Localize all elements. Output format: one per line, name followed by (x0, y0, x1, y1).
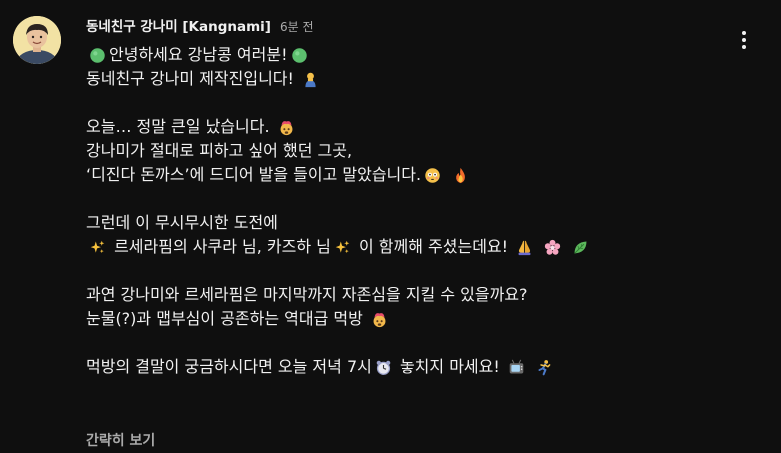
comment-text-segment: 르세라핌의 사쿠라 님, 카즈하 님 (109, 237, 331, 256)
comment-line: 안녕하세요 강남콩 여러분! (86, 43, 726, 67)
sparkles-icon (89, 239, 106, 256)
comment-text-segment: 안녕하세요 강남콩 여러분! (109, 45, 288, 64)
comment-text-segment: 과연 강나미와 르세라핌은 마지막까지 자존심을 지킬 수 있을까요? (86, 285, 528, 304)
comment-text-segment (536, 235, 541, 259)
fire-icon (452, 167, 469, 184)
comment-text-segment (444, 163, 449, 187)
comment-text-segment: 눈물(?)과 맵부심이 공존하는 역대급 먹방 (86, 309, 368, 328)
more-vertical-icon (742, 31, 746, 35)
comment-text-segment: 그런데 이 무시무시한 도전에 (86, 213, 278, 232)
alarm-clock-icon (375, 359, 392, 376)
comment-text-segment: 먹방의 결말이 궁금하시다면 오늘 저녁 7시 (86, 357, 372, 376)
green-circle-icon (291, 47, 308, 64)
more-actions-button[interactable] (730, 26, 758, 54)
comment-text-segment (564, 235, 569, 259)
comment-header: 동네친구 강나미 [Kangnami] 6분 전 (86, 15, 313, 35)
comment-line: 먹방의 결말이 궁금하시다면 오늘 저녁 7시 놓치지 마세요! (86, 355, 726, 379)
comment-line: ‘디진다 돈까스’에 드디어 발을 들이고 말았습니다. (86, 163, 726, 187)
running-person-icon (536, 359, 553, 376)
comment-text-segment: ‘디진다 돈까스’에 드디어 발을 들이고 말았습니다. (86, 165, 422, 184)
channel-name[interactable]: 동네친구 강나미 [Kangnami] (86, 15, 271, 35)
person-bowing-icon (302, 71, 319, 88)
cherry-blossom-icon (544, 239, 561, 256)
comment-line: 르세라핌의 사쿠라 님, 카즈하 님 이 함께해 주셨는데요! (86, 235, 726, 259)
comment-text-segment: 오늘… 정말 큰일 났습니다. (86, 117, 275, 136)
comment-text-segment: 이 함께해 주셨는데요! (353, 237, 514, 256)
show-less-button[interactable]: 간략히 보기 (86, 430, 155, 450)
sparkles-icon (334, 239, 351, 256)
comment-line: 오늘… 정말 큰일 났습니다. (86, 115, 726, 139)
more-vertical-icon-dot (742, 45, 746, 49)
more-vertical-icon-dot (742, 38, 746, 42)
comment-text-segment: 강나미가 절대로 피하고 싶어 했던 그곳, (86, 141, 353, 160)
leaf-icon (572, 239, 589, 256)
comment-timestamp[interactable]: 6분 전 (280, 18, 314, 35)
comment-text: 안녕하세요 강남콩 여러분! 동네친구 강나미 제작진입니다! 오늘… 정말 큰일… (86, 43, 726, 379)
exploding-head-icon (371, 311, 388, 328)
comment-line: 그런데 이 무시무시한 도전에 (86, 211, 726, 235)
comment-text-segment: 놓치지 마세요! (394, 357, 505, 376)
green-circle-icon (89, 47, 106, 64)
television-icon (508, 359, 525, 376)
comment-line: 동네친구 강나미 제작진입니다! (86, 67, 726, 91)
folded-hands-icon (516, 239, 533, 256)
comment-line: 눈물(?)과 맵부심이 공존하는 역대급 먹방 (86, 307, 726, 331)
comment-text-segment: 동네친구 강나미 제작진입니다! (86, 69, 300, 88)
comment-text-segment (528, 355, 533, 379)
exploding-head-icon (278, 119, 295, 136)
flushed-face-icon (424, 167, 441, 184)
comment-line: 강나미가 절대로 피하고 싶어 했던 그곳, (86, 139, 726, 163)
comment-line: 과연 강나미와 르세라핌은 마지막까지 자존심을 지킬 수 있을까요? (86, 283, 726, 307)
channel-avatar[interactable] (13, 16, 61, 64)
